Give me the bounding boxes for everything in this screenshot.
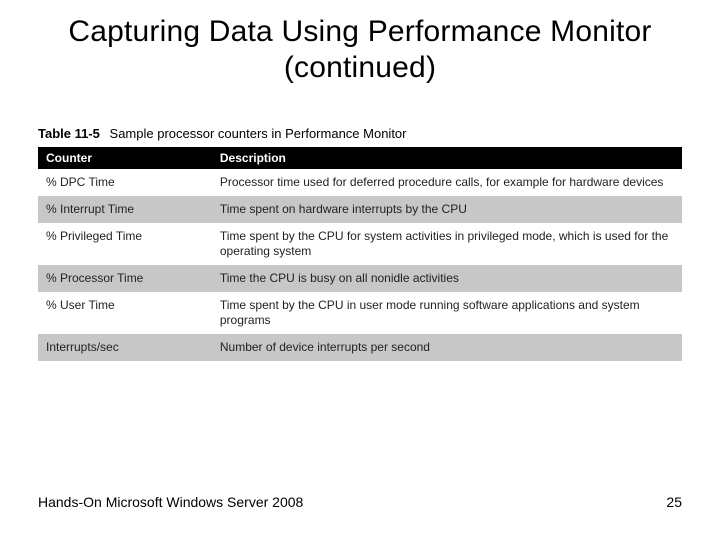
page-number: 25: [666, 494, 682, 510]
cell-counter: % User Time: [38, 292, 212, 334]
table-caption-text: Sample processor counters in Performance…: [110, 126, 407, 141]
footer: Hands-On Microsoft Windows Server 2008 2…: [38, 494, 682, 510]
table-row: % Interrupt Time Time spent on hardware …: [38, 196, 682, 223]
table-row: % Privileged Time Time spent by the CPU …: [38, 223, 682, 265]
cell-counter: % Privileged Time: [38, 223, 212, 265]
cell-description: Time the CPU is busy on all nonidle acti…: [212, 265, 682, 292]
page-title: Capturing Data Using Performance Monitor…: [0, 0, 720, 86]
cell-description: Processor time used for deferred procedu…: [212, 169, 682, 196]
table-caption: Table 11-5 Sample processor counters in …: [38, 126, 682, 141]
table-row: Interrupts/sec Number of device interrup…: [38, 334, 682, 361]
cell-counter: Interrupts/sec: [38, 334, 212, 361]
footer-text: Hands-On Microsoft Windows Server 2008: [38, 494, 303, 510]
cell-description: Time spent by the CPU for system activit…: [212, 223, 682, 265]
cell-counter: % Interrupt Time: [38, 196, 212, 223]
table-row: % Processor Time Time the CPU is busy on…: [38, 265, 682, 292]
cell-description: Time spent by the CPU in user mode runni…: [212, 292, 682, 334]
table-number: Table 11-5: [38, 126, 100, 141]
cell-counter: % DPC Time: [38, 169, 212, 196]
cell-description: Time spent on hardware interrupts by the…: [212, 196, 682, 223]
slide: Capturing Data Using Performance Monitor…: [0, 0, 720, 540]
col-counter: Counter: [38, 147, 212, 169]
processor-counters-table: Counter Description % DPC Time Processor…: [38, 147, 682, 361]
cell-description: Number of device interrupts per second: [212, 334, 682, 361]
table-header-row: Counter Description: [38, 147, 682, 169]
col-description: Description: [212, 147, 682, 169]
cell-counter: % Processor Time: [38, 265, 212, 292]
table-block: Table 11-5 Sample processor counters in …: [38, 126, 682, 361]
table-row: % DPC Time Processor time used for defer…: [38, 169, 682, 196]
table-row: % User Time Time spent by the CPU in use…: [38, 292, 682, 334]
